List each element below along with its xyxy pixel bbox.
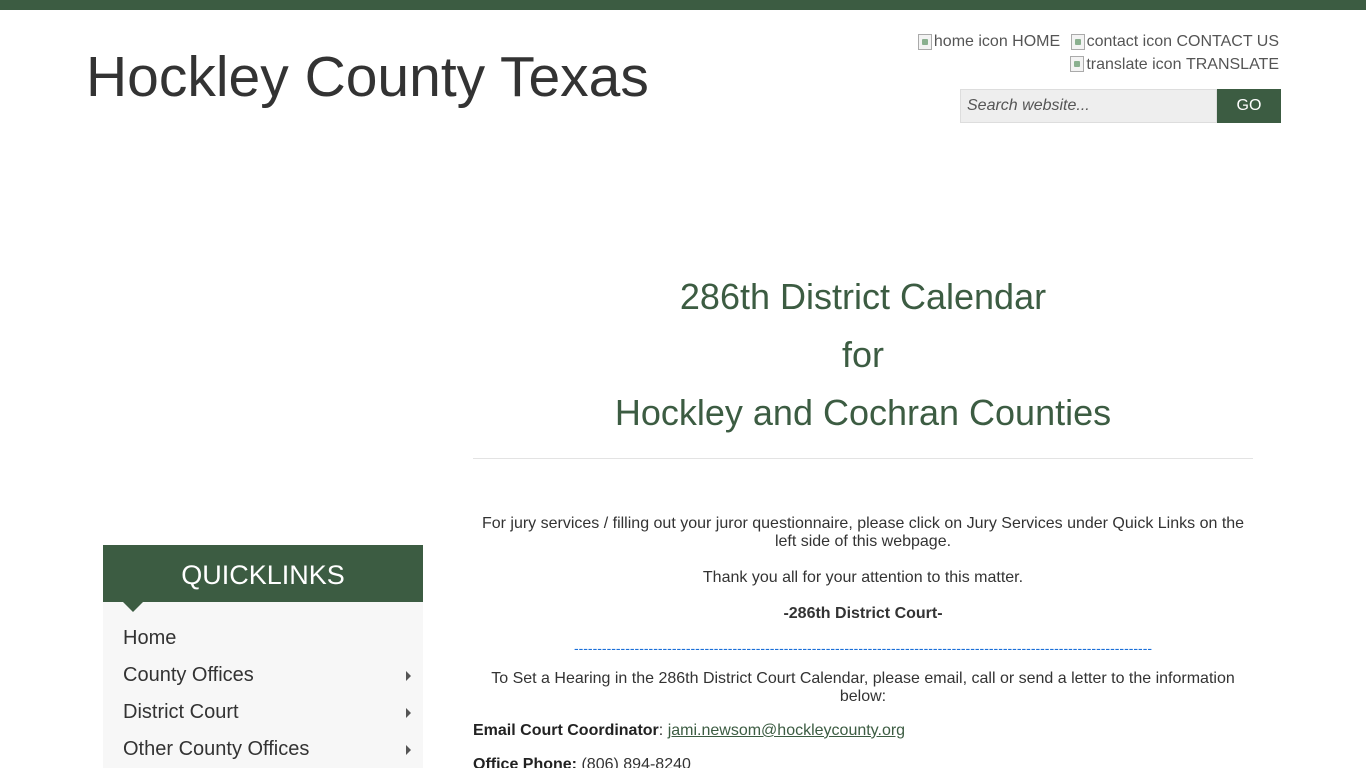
main-content: 286th District Calendar for Hockley and … <box>473 268 1253 768</box>
contact-link[interactable]: contact icon CONTACT US <box>1070 32 1279 51</box>
contact-icon <box>1070 33 1085 50</box>
quicklink-district-court[interactable]: District Court <box>103 694 423 731</box>
quicklinks-panel: QUICKLINKS Home County Offices District … <box>103 545 423 768</box>
contact-icon-alt: contact icon <box>1086 33 1173 50</box>
email-separator: : <box>658 722 664 739</box>
page-heading: 286th District Calendar for Hockley and … <box>473 268 1253 442</box>
home-icon <box>917 33 932 50</box>
caret-right-icon <box>406 671 411 681</box>
contact-link-label: CONTACT US <box>1176 33 1279 50</box>
translate-link[interactable]: translate icon TRANSLATE <box>1070 55 1279 74</box>
quicklinks-list: Home County Offices District Court Other… <box>103 602 423 768</box>
heading-line-1: 286th District Calendar <box>679 276 1047 317</box>
home-link[interactable]: home icon HOME <box>917 32 1061 51</box>
quicklink-label: Home <box>123 627 177 649</box>
quicklink-home[interactable]: Home <box>103 620 423 657</box>
phone-value: (806) 894-8240 <box>581 756 691 768</box>
caret-right-icon <box>406 745 411 755</box>
translate-icon <box>1070 56 1085 72</box>
jury-services-notice: For jury services / filling out your jur… <box>481 515 1245 550</box>
email-coordinator-line: Email Court Coordinator: jami.newsom@hoc… <box>473 722 1253 740</box>
search-go-button[interactable]: GO <box>1217 89 1281 123</box>
home-link-label: HOME <box>1012 33 1061 50</box>
thank-you-text: Thank you all for your attention to this… <box>702 569 1024 586</box>
header-notch-icon <box>122 601 144 612</box>
caret-right-icon <box>406 708 411 718</box>
email-link[interactable]: jami.newsom@hockleycounty.org <box>668 722 905 739</box>
site-title[interactable]: Hockley County Texas <box>86 44 649 110</box>
office-phone-line: Office Phone: (806) 894-8240 <box>473 756 1253 768</box>
quicklink-label: District Court <box>123 701 239 723</box>
quicklink-county-offices[interactable]: County Offices <box>103 657 423 694</box>
translate-link-label: TRANSLATE <box>1185 55 1279 73</box>
email-label: Email Court Coordinator <box>473 722 659 739</box>
home-icon-alt: home icon <box>933 33 1008 50</box>
quicklinks-title: QUICKLINKS <box>181 560 345 590</box>
hearing-instructions: To Set a Hearing in the 286th District C… <box>491 670 1235 705</box>
site-search: GO <box>960 89 1281 123</box>
heading-line-2: for <box>841 334 884 375</box>
court-signature: -286th District Court- <box>783 605 943 622</box>
phone-label: Office Phone: <box>473 756 578 768</box>
quicklink-label: Other County Offices <box>123 738 310 760</box>
top-accent-bar <box>0 0 1366 10</box>
utility-links: home icon HOME contact icon CONTACT US t… <box>912 32 1279 77</box>
heading-divider <box>473 458 1253 459</box>
quicklink-label: County Offices <box>123 664 254 686</box>
quicklinks-header: QUICKLINKS <box>103 545 423 612</box>
heading-line-3: Hockley and Cochran Counties <box>614 392 1112 433</box>
quicklink-other-county-offices[interactable]: Other County Offices <box>103 731 423 768</box>
search-input[interactable] <box>960 89 1217 123</box>
dashed-separator: ----------------------------------------… <box>573 640 1153 656</box>
translate-icon-alt: translate icon <box>1086 55 1182 73</box>
